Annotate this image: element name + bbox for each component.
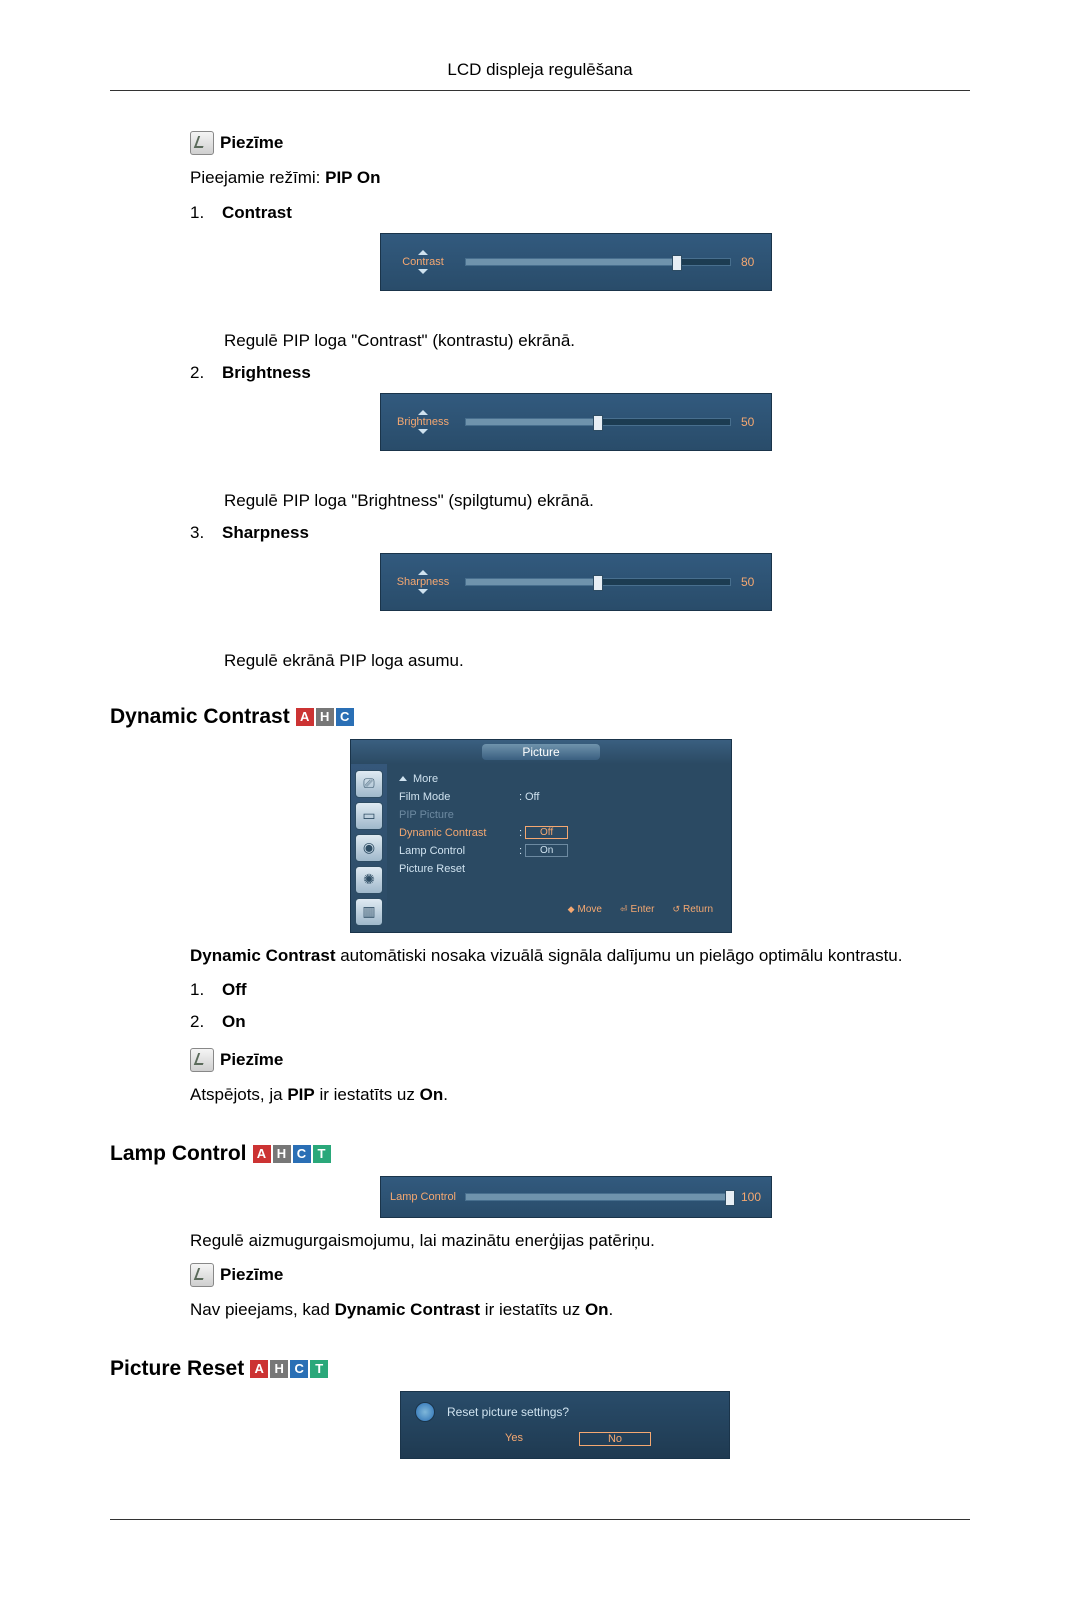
note-label: Piezīme [220, 1265, 283, 1285]
sharpness-desc: Regulē ekrānā PIP loga asumu. [224, 651, 970, 671]
arrow-up-icon[interactable] [418, 250, 428, 255]
arrow-up-icon[interactable] [418, 410, 428, 415]
dc-option-off: 1. Off [190, 980, 970, 1000]
tag-a-icon: A [253, 1145, 271, 1163]
note-row: Piezīme [190, 1263, 970, 1287]
note-label: Piezīme [220, 1050, 283, 1070]
slider-track[interactable] [465, 578, 731, 586]
osd-multi-icon[interactable]: ▥ [355, 898, 383, 926]
tag-a-icon: A [250, 1360, 268, 1378]
slider-thumb[interactable] [672, 255, 682, 271]
tag-c-icon: C [293, 1145, 311, 1163]
note-icon [190, 1263, 214, 1287]
reset-dialog: Reset picture settings? Yes No [400, 1391, 730, 1459]
osd-footer: ◆Move ⏎Enter ↺Return [399, 900, 723, 921]
osd-sidebar: ⎚ ▭ ◉ ✺ ▥ [351, 764, 387, 932]
note-row: Piezīme [190, 131, 970, 155]
sharpness-slider[interactable]: Sharpness 50 [380, 553, 772, 611]
page-title: LCD displeja regulēšana [447, 60, 632, 79]
note-label: Piezīme [220, 133, 283, 153]
tag-h-icon: H [316, 708, 334, 726]
dc-option-on: 2. On [190, 1012, 970, 1032]
contrast-desc: Regulē PIP loga "Contrast" (kontrastu) e… [224, 331, 970, 351]
osd-input-icon[interactable]: ⎚ [355, 770, 383, 798]
tag-c-icon: C [290, 1360, 308, 1378]
slider-label: Brightness [397, 416, 449, 428]
arrow-down-icon[interactable] [418, 269, 428, 274]
section-dynamic-contrast: Dynamic Contrast A H C [110, 705, 970, 729]
item-brightness: 2. Brightness [190, 363, 970, 383]
tag-a-icon: A [296, 708, 314, 726]
return-icon: ↺ [672, 904, 680, 915]
arrow-down-icon[interactable] [418, 589, 428, 594]
move-icon: ◆ [568, 904, 575, 915]
footer-divider [110, 1519, 970, 1520]
osd-row-pip-picture: PIP Picture [399, 806, 723, 824]
osd-row-picture-reset[interactable]: Picture Reset [399, 860, 723, 878]
lamp-slider[interactable]: Lamp Control 100 [380, 1176, 772, 1218]
tag-t-icon: T [310, 1360, 328, 1378]
reset-question: Reset picture settings? [447, 1405, 569, 1419]
slider-label: Contrast [402, 256, 444, 268]
slider-value: 50 [741, 575, 771, 589]
note-icon [190, 1048, 214, 1072]
tag-c-icon: C [336, 708, 354, 726]
slider-track[interactable] [465, 258, 731, 266]
slider-label: Lamp Control [390, 1191, 456, 1203]
osd-row-dynamic-contrast[interactable]: Dynamic Contrast : Off [399, 824, 723, 842]
reset-no-button[interactable]: No [579, 1432, 651, 1446]
note-icon [190, 131, 214, 155]
slider-thumb[interactable] [725, 1190, 735, 1206]
arrow-down-icon[interactable] [418, 429, 428, 434]
enter-icon: ⏎ [620, 904, 628, 915]
slider-label: Sharpness [397, 576, 450, 588]
section-picture-reset: Picture Reset A H C T [110, 1357, 970, 1381]
osd-picture-icon[interactable]: ▭ [355, 802, 383, 830]
note-row: Piezīme [190, 1048, 970, 1072]
tag-h-icon: H [273, 1145, 291, 1163]
tag-h-icon: H [270, 1360, 288, 1378]
slider-value: 50 [741, 415, 771, 429]
slider-value: 100 [741, 1190, 771, 1204]
slider-value: 80 [741, 255, 771, 269]
tag-t-icon: T [313, 1145, 331, 1163]
brightness-desc: Regulē PIP loga "Brightness" (spilgtumu)… [224, 491, 970, 511]
reset-yes-button[interactable]: Yes [479, 1432, 549, 1446]
item-sharpness-label: Sharpness [222, 523, 309, 543]
osd-row-film-mode[interactable]: Film Mode : Off [399, 788, 723, 806]
lamp-note-text: Nav pieejams, kad Dynamic Contrast ir ie… [190, 1297, 970, 1323]
osd-setup-icon[interactable]: ✺ [355, 866, 383, 894]
slider-track[interactable] [465, 1193, 731, 1201]
brightness-slider[interactable]: Brightness 50 [380, 393, 772, 451]
osd-sound-icon[interactable]: ◉ [355, 834, 383, 862]
slider-thumb[interactable] [593, 575, 603, 591]
slider-track[interactable] [465, 418, 731, 426]
osd-row-lamp-control[interactable]: Lamp Control : On [399, 842, 723, 860]
item-contrast-label: Contrast [222, 203, 292, 223]
section-lamp-control: Lamp Control A H C T [110, 1142, 970, 1166]
page-header: LCD displeja regulēšana [110, 60, 970, 91]
dc-paragraph: Dynamic Contrast automātiski nosaka vizu… [190, 943, 970, 969]
contrast-slider[interactable]: Contrast 80 [380, 233, 772, 291]
arrow-up-icon [399, 776, 407, 781]
item-contrast: 1. Contrast [190, 203, 970, 223]
osd-tab-picture[interactable]: Picture [482, 744, 599, 760]
osd-row-more[interactable]: More [399, 770, 723, 788]
item-sharpness: 3. Sharpness [190, 523, 970, 543]
osd-picture-menu: Picture ⎚ ▭ ◉ ✺ ▥ More Film Mode : Off [350, 739, 732, 933]
dc-note-text: Atspējots, ja PIP ir iestatīts uz On. [190, 1082, 970, 1108]
info-icon [415, 1402, 435, 1422]
lamp-desc: Regulē aizmugurgaismojumu, lai mazinātu … [190, 1228, 970, 1254]
item-brightness-label: Brightness [222, 363, 311, 383]
slider-thumb[interactable] [593, 415, 603, 431]
arrow-up-icon[interactable] [418, 570, 428, 575]
available-modes: Pieejamie režīmi: PIP On [190, 165, 970, 191]
